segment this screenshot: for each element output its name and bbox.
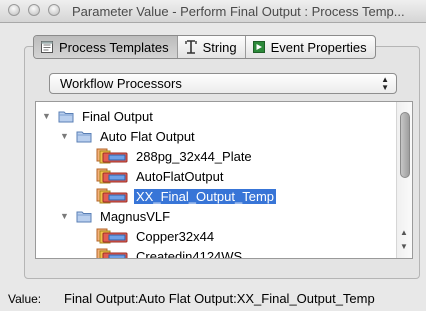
- folder-icon: [76, 211, 92, 222]
- tab-event-properties-label: Event Properties: [270, 39, 367, 55]
- notepad-icon: [41, 41, 53, 53]
- tree-item-label: Createdin4124WS: [136, 248, 243, 259]
- tree-scrollbar[interactable]: ▲ ▼: [396, 102, 412, 258]
- up-down-arrows-icon: ▲ ▼: [381, 75, 389, 92]
- text-cursor-icon: [184, 40, 197, 54]
- zoom-window-button[interactable]: [48, 4, 60, 16]
- disclosure-triangle-icon[interactable]: ▼: [60, 131, 70, 141]
- disclosure-triangle-icon[interactable]: ▼: [60, 211, 70, 221]
- tab-bar: Process Templates String Event Propertie…: [33, 35, 376, 59]
- tree-item-copper32x44[interactable]: Copper32x44: [96, 226, 216, 246]
- tab-process-templates[interactable]: Process Templates: [34, 36, 178, 58]
- tree-item-label: Auto Flat Output: [100, 128, 195, 144]
- minimize-window-button[interactable]: [28, 4, 40, 16]
- process-template-icon: [96, 228, 128, 244]
- tab-string-label: String: [202, 39, 237, 55]
- tree-item-label: Copper32x44: [136, 228, 215, 244]
- tree-item-label: XX_Final_Output_Temp: [134, 188, 277, 204]
- value-text: Final Output:Auto Flat Output:XX_Final_O…: [64, 291, 375, 306]
- tab-event-properties[interactable]: Event Properties: [246, 36, 375, 58]
- process-template-icon: [96, 168, 128, 184]
- tree-item-288pg-plate[interactable]: 288pg_32x44_Plate: [96, 146, 254, 166]
- tree-item-label: AutoFlatOutput: [136, 168, 224, 184]
- window-title: Parameter Value - Perform Final Output :…: [72, 4, 405, 19]
- process-template-icon: [96, 188, 128, 204]
- tree-item-auto-flat-output[interactable]: ▼ Auto Flat Output: [60, 126, 197, 146]
- tree-item-final-output[interactable]: ▼ Final Output: [42, 106, 155, 126]
- processor-type-dropdown[interactable]: Workflow Processors ▲ ▼: [49, 73, 397, 94]
- tree-item-autoflatoutput[interactable]: AutoFlatOutput: [96, 166, 225, 186]
- tree-item-label: Final Output: [82, 108, 153, 124]
- tab-process-templates-label: Process Templates: [59, 39, 169, 55]
- tree-item-label: 288pg_32x44_Plate: [136, 148, 252, 164]
- value-label: Value:: [8, 292, 42, 306]
- process-template-icon: [96, 148, 128, 164]
- tab-string[interactable]: String: [178, 36, 246, 58]
- scrollbar-thumb[interactable]: [400, 112, 410, 178]
- folder-icon: [76, 131, 92, 142]
- flag-icon: [252, 41, 265, 53]
- process-template-icon: [96, 248, 128, 258]
- title-bar: Parameter Value - Perform Final Output :…: [0, 0, 426, 23]
- scroll-up-arrow-icon[interactable]: ▲: [400, 228, 408, 237]
- tree-item-magnusvlf[interactable]: ▼ MagnusVLF: [60, 206, 172, 226]
- folder-icon: [58, 111, 74, 122]
- tree-item-xx-final-output-temp[interactable]: XX_Final_Output_Temp: [96, 186, 277, 206]
- tree-item-createdin4124ws[interactable]: Createdin4124WS: [96, 246, 244, 259]
- close-window-button[interactable]: [8, 4, 20, 16]
- scroll-down-arrow-icon[interactable]: ▼: [400, 242, 408, 251]
- tree-item-label: MagnusVLF: [100, 208, 171, 224]
- dropdown-selected-value: Workflow Processors: [60, 76, 182, 91]
- disclosure-triangle-icon[interactable]: ▼: [42, 111, 52, 121]
- template-tree[interactable]: ▼ Final Output ▼ Auto Flat Output 288pg_…: [35, 101, 413, 259]
